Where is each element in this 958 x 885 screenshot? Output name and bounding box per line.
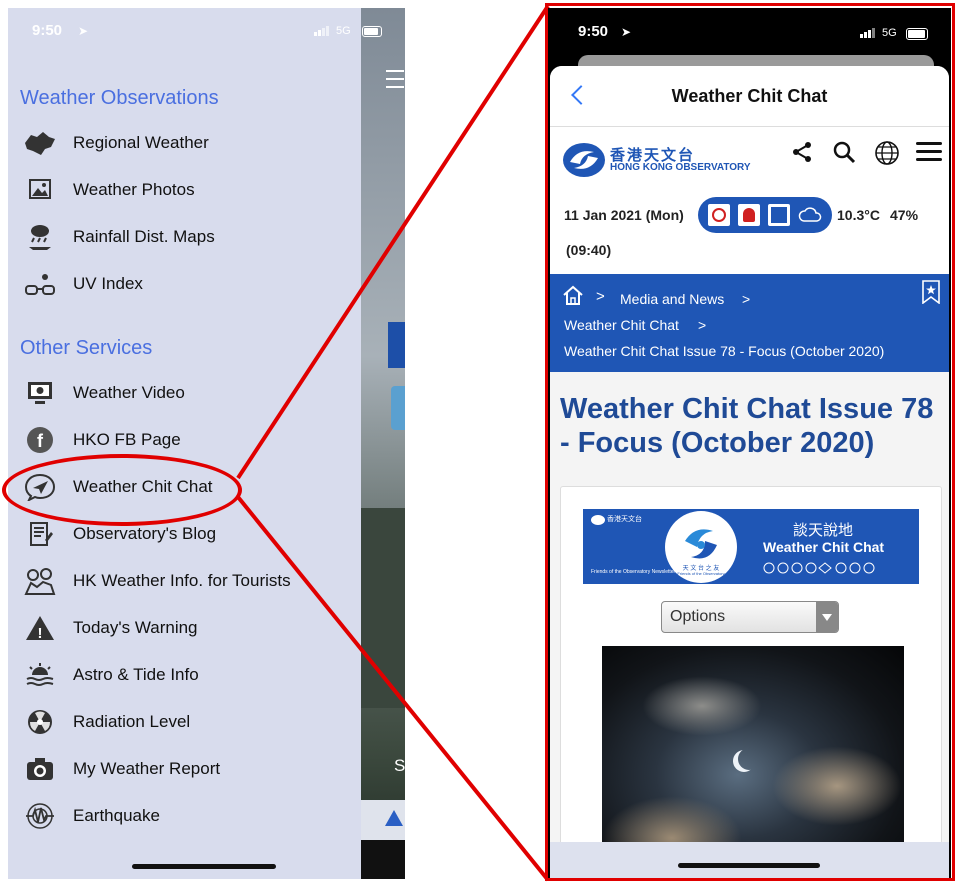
highlight-frame bbox=[545, 3, 955, 881]
